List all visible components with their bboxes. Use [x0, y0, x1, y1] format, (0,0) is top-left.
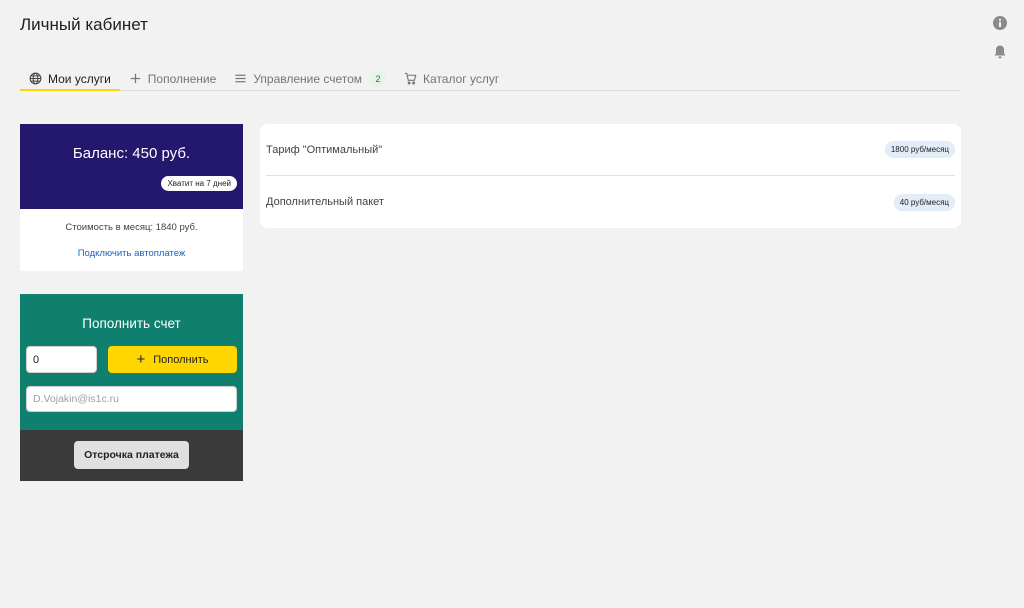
- tab-service-catalog[interactable]: Каталог услуг: [395, 67, 508, 90]
- topup-button[interactable]: + Пополнить: [108, 346, 237, 373]
- bell-icon[interactable]: [992, 44, 1008, 60]
- plus-icon: +: [136, 351, 146, 368]
- email-input[interactable]: [26, 386, 237, 412]
- defer-payment-button[interactable]: Отсрочка платежа: [74, 441, 189, 469]
- tab-label: Каталог услуг: [423, 71, 500, 86]
- globe-icon: [29, 72, 42, 85]
- balance-amount: Баланс: 450 руб.: [72, 145, 191, 162]
- page-title: Личный кабинет: [20, 15, 148, 34]
- tab-label: Пополнение: [147, 71, 217, 86]
- tab-topup[interactable]: Пополнение: [120, 67, 226, 90]
- list-item: Тариф "Оптимальный" 1800 руб/месяц: [266, 124, 955, 176]
- tab-count-badge: 2: [370, 70, 387, 87]
- menu-icon: [235, 74, 246, 83]
- services-list: Тариф "Оптимальный" 1800 руб/месяц Допол…: [260, 124, 961, 228]
- cart-icon: [404, 72, 417, 85]
- service-name: Тариф "Оптимальный": [266, 143, 383, 156]
- days-left-badge: Хватит на 7 дней: [161, 176, 237, 191]
- plus-icon: [130, 73, 140, 84]
- monthly-cost: Стоимость в месяц: 1840 руб.: [65, 222, 198, 233]
- topup-card: Пополнить счет + Пополнить Отсрочка плат…: [20, 294, 243, 481]
- balance-card: Баланс: 450 руб. Хватит на 7 дней Стоимо…: [20, 124, 243, 271]
- service-name: Дополнительный пакет: [266, 196, 384, 208]
- price-badge: 1800 руб/месяц: [884, 141, 955, 158]
- balance-header: Баланс: 450 руб. Хватит на 7 дней: [20, 124, 243, 209]
- tab-my-services[interactable]: Мои услуги: [20, 67, 120, 91]
- topup-title: Пополнить счет: [82, 316, 181, 331]
- tab-label: Управление счетом: [253, 71, 363, 86]
- tab-bar: Мои услуги Пополнение Управление счетом …: [20, 67, 960, 91]
- list-item: Дополнительный пакет 40 руб/месяц: [266, 176, 955, 228]
- tab-label: Мои услуги: [48, 71, 111, 86]
- autopay-link[interactable]: Подключить автоплатеж: [20, 248, 243, 259]
- amount-input[interactable]: [26, 346, 97, 373]
- topup-footer: Отсрочка платежа: [20, 430, 243, 481]
- tab-account-management[interactable]: Управление счетом 2: [225, 67, 395, 90]
- topup-form: Пополнить счет + Пополнить: [20, 294, 243, 430]
- topup-button-label: Пополнить: [153, 353, 209, 366]
- side-icon-bar: [992, 15, 1008, 60]
- price-badge: 40 руб/месяц: [893, 193, 955, 211]
- info-icon[interactable]: [992, 15, 1008, 31]
